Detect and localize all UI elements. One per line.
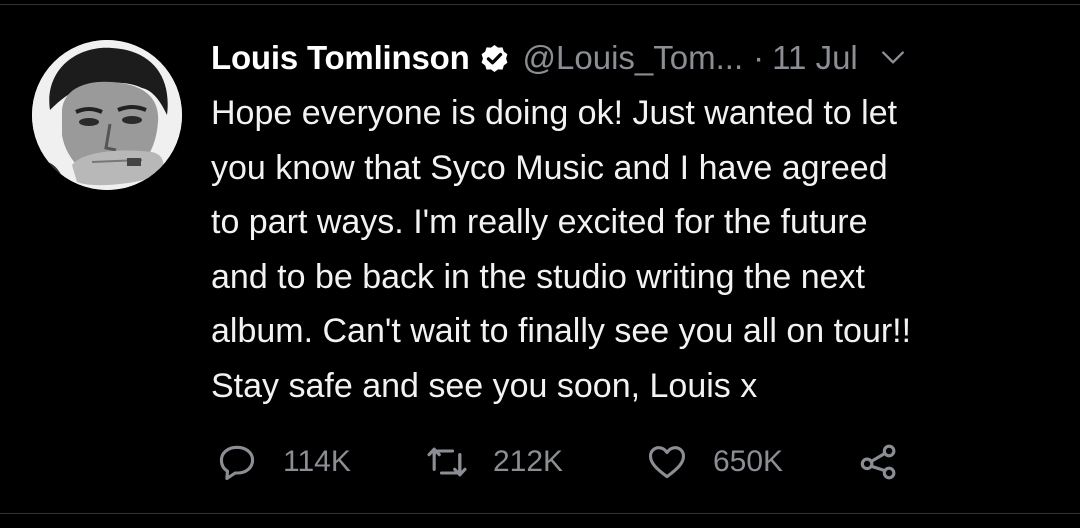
avatar-image (32, 40, 182, 190)
tweet-actions: 114K 212K 650K (215, 440, 901, 484)
tweet-text-line: and to be back in the studio writing the… (211, 257, 865, 296)
like-button[interactable]: 650K (645, 440, 857, 484)
share-button[interactable] (857, 440, 901, 484)
top-divider (0, 4, 1080, 5)
share-icon (857, 440, 901, 484)
tweet-date[interactable]: 11 Jul (772, 39, 858, 77)
chevron-down-icon[interactable] (880, 45, 906, 71)
tweet-text-line: Hope everyone is doing ok! Just wanted t… (211, 94, 898, 132)
verified-badge-icon (478, 42, 511, 75)
tweet-header: Louis Tomlinson @Louis_Tom... · 11 Jul (211, 30, 1061, 86)
tweet-text-line: album. Can't wait to finally see you all… (211, 312, 912, 350)
tweet-text-line: you know that Syco Music and I have agre… (211, 148, 888, 187)
retweet-button[interactable]: 212K (425, 440, 645, 484)
like-count: 650K (713, 445, 784, 478)
retweet-icon (425, 440, 469, 484)
avatar[interactable] (32, 40, 182, 190)
tweet-text: Hope everyone is doing ok! Just wanted t… (211, 86, 1061, 413)
author-name[interactable]: Louis Tomlinson (211, 39, 470, 77)
reply-button[interactable]: 114K (215, 440, 425, 484)
retweet-count: 212K (493, 445, 564, 478)
bottom-divider (0, 513, 1080, 514)
tweet-card: Louis Tomlinson @Louis_Tom... · 11 Jul H… (0, 0, 1080, 528)
heart-icon (645, 440, 689, 484)
separator-dot: · (753, 39, 765, 76)
author-handle[interactable]: @Louis_Tom... (523, 39, 744, 77)
tweet-text-line: to part ways. I'm really excited for the… (211, 203, 868, 241)
tweet-content: Louis Tomlinson @Louis_Tom... · 11 Jul H… (211, 30, 1061, 413)
tweet-text-line: Stay safe and see you soon, Louis x (211, 366, 758, 405)
reply-icon (215, 440, 259, 484)
reply-count: 114K (283, 445, 351, 478)
